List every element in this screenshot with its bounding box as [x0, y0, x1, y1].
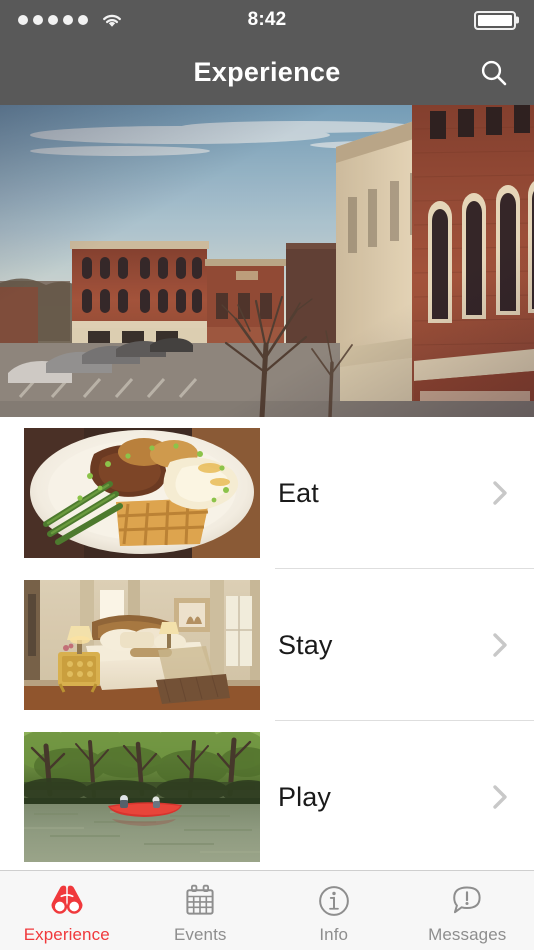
battery-full-icon [474, 10, 516, 30]
river-canoe-photo [24, 732, 260, 862]
wifi-icon [100, 12, 124, 29]
navigation-bar: Experience [0, 40, 534, 105]
tab-label: Experience [23, 924, 110, 944]
search-icon[interactable] [468, 47, 520, 99]
tab-events[interactable]: Events [134, 871, 268, 950]
tab-label: Events [173, 924, 227, 944]
calendar-icon [182, 881, 218, 921]
status-bar: 8:42 [0, 0, 534, 40]
tab-label: Info [319, 924, 349, 944]
list-item-label: Play [278, 781, 331, 812]
food-plate-photo [24, 428, 260, 558]
list-item-label: Stay [278, 629, 333, 660]
status-bar-right [474, 10, 516, 30]
tab-experience[interactable]: Experience [0, 871, 134, 950]
status-bar-left [18, 12, 124, 29]
info-circle-icon [316, 881, 352, 921]
list-item-label: Eat [278, 477, 319, 508]
list-item[interactable]: Eat [0, 417, 534, 569]
tab-label: Messages [428, 924, 507, 944]
chevron-right-icon[interactable] [488, 630, 512, 660]
list-item[interactable]: Stay [0, 569, 534, 721]
category-list: Eat Stay Play [0, 417, 534, 870]
list-item[interactable]: Play [0, 721, 534, 870]
bedroom-photo [24, 580, 260, 710]
app-screen: 8:42 Experience Eat Stay Play Experience… [0, 0, 534, 950]
message-alert-icon [449, 881, 485, 921]
page-title: Experience [193, 57, 341, 87]
signal-dots-icon [18, 15, 88, 25]
tab-bar: Experience Events Info Messages [0, 870, 534, 950]
tab-messages[interactable]: Messages [401, 871, 534, 950]
tab-info[interactable]: Info [267, 871, 401, 950]
chevron-right-icon[interactable] [488, 478, 512, 508]
binoculars-icon [48, 881, 86, 921]
chevron-right-icon[interactable] [488, 782, 512, 812]
hero-image-downtown-street-scene[interactable] [0, 105, 534, 417]
